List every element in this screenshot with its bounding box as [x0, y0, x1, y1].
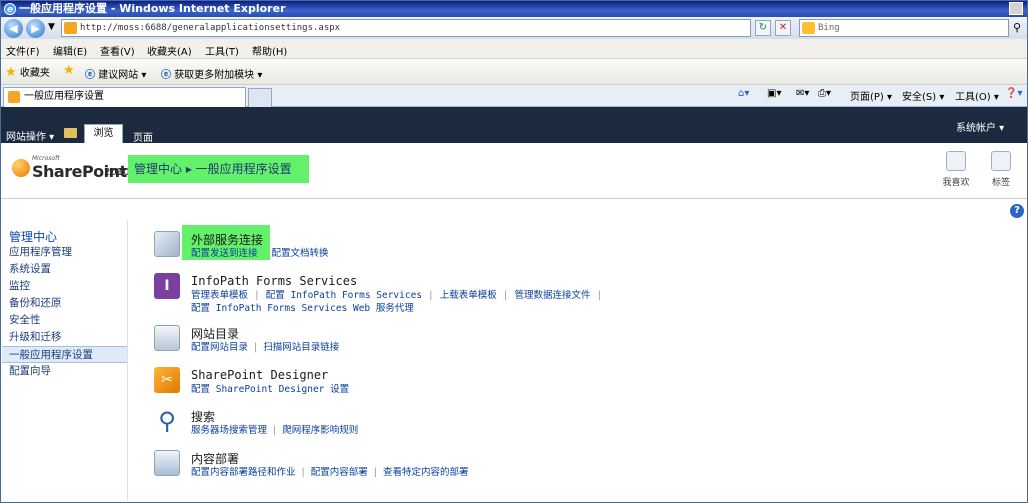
nav-item-configuration-wizards[interactable]: 配置向导 — [2, 363, 127, 380]
favorites-button[interactable]: ★ 收藏夹 — [5, 64, 50, 80]
cmd-safety[interactable]: 安全(S) ▾ — [902, 88, 944, 103]
link-manage-data-connections[interactable]: 管理数据连接文件 — [515, 290, 591, 301]
content-deployment-icon — [154, 450, 180, 476]
menu-help[interactable]: 帮助(H) — [252, 43, 287, 58]
menu-edit[interactable]: 编辑(E) — [53, 43, 87, 58]
link-configure-doc-conversion[interactable]: 配置文档转换 — [272, 248, 329, 259]
fav-more-addons[interactable]: ⓔ 获取更多附加模块 ▾ — [161, 66, 262, 81]
title-bar: e 一般应用程序设置 - Windows Internet Explorer — [1, 1, 1027, 17]
tab-browse[interactable]: 浏览 — [84, 124, 123, 143]
nav-item-security[interactable]: 安全性 — [2, 312, 127, 329]
tab-favicon-icon — [8, 91, 20, 103]
bing-icon — [802, 22, 815, 34]
account-menu[interactable]: 系统帐户 ▾ — [956, 119, 1004, 134]
section-title-designer: SharePoint Designer — [191, 368, 329, 382]
menu-tools[interactable]: 工具(T) — [205, 43, 239, 58]
nav-item-backup-restore[interactable]: 备份和还原 — [2, 295, 127, 312]
sharepoint-ribbon: 网站操作 ▾ 浏览 页面 系统帐户 ▾ — [1, 107, 1027, 144]
folder-icon[interactable] — [64, 128, 77, 138]
search-input[interactable]: Bing — [799, 19, 1009, 37]
link-scan-site-directory-links[interactable]: 扫描网站目录链接 — [263, 342, 339, 353]
menu-file[interactable]: 文件(F) — [6, 43, 40, 58]
section-links-infopath: 管理表单模板 | 配置 InfoPath Forms Services | 上载表单模板… — [191, 290, 603, 301]
section-links-external-service: 配置发送到连接 配置文档转换 — [191, 245, 329, 259]
feeds-icon[interactable]: ▣▾ — [767, 88, 781, 99]
site-favicon-icon — [64, 22, 77, 34]
sharepoint-swirl-icon — [12, 159, 30, 177]
nav-item-system-settings[interactable]: 系统设置 — [2, 261, 127, 278]
link-farm-search-admin[interactable]: 服务器场搜索管理 — [191, 425, 267, 436]
fav-suggested-sites[interactable]: ⓔ 建议网站 ▾ — [85, 66, 146, 81]
help-icon[interactable]: ? — [1010, 204, 1024, 218]
external-service-icon — [154, 231, 180, 257]
cmd-tools[interactable]: 工具(O) ▾ — [955, 88, 999, 103]
left-navigation: 管理中心 应用程序管理 系统设置 监控 备份和还原 安全性 升级和迁移 一般应用… — [2, 221, 128, 501]
section-links-content-deployment: 配置内容部署路径和作业 | 配置内容部署 | 查看特定内容的部署 — [191, 467, 469, 478]
back-button[interactable]: ◀ — [4, 19, 23, 38]
section-links-infopath-2: 配置 InfoPath Forms Services Web 服务代理 — [191, 300, 414, 314]
browser-window: e 一般应用程序设置 - Windows Internet Explorer ◀… — [0, 0, 1028, 503]
nav-item-monitoring[interactable]: 监控 — [2, 278, 127, 295]
sharepoint-logo: Microsoft SharePoint 2010 — [10, 153, 130, 189]
tags-notes-button[interactable]: 标签 — [981, 151, 1021, 188]
section-links-site-directory: 配置网站目录 | 扫描网站目录链接 — [191, 342, 340, 353]
menu-bar: 文件(F) 编辑(E) 查看(V) 收藏夹(A) 工具(T) 帮助(H) — [1, 39, 1027, 59]
thumbs-up-icon — [946, 151, 966, 171]
ie-logo-icon: e — [4, 3, 16, 15]
link-configure-deployment-paths[interactable]: 配置内容部署路径和作业 — [191, 467, 296, 478]
section-links-designer: 配置 SharePoint Designer 设置 — [191, 381, 349, 395]
infopath-icon: I — [154, 273, 180, 299]
designer-icon: ✂ — [154, 367, 180, 393]
link-configure-designer-settings[interactable]: 配置 SharePoint Designer 设置 — [191, 384, 349, 395]
history-dropdown-icon[interactable]: ▼ — [48, 22, 55, 32]
address-input[interactable]: http://moss:6688/generalapplicationsetti… — [61, 19, 751, 37]
breadcrumb[interactable]: 管理中心 ▸ 一般应用程序设置 — [128, 155, 309, 183]
forward-button[interactable]: ▶ — [26, 19, 45, 38]
nav-item-application-management[interactable]: 应用程序管理 — [2, 244, 127, 261]
link-configure-site-directory[interactable]: 配置网站目录 — [191, 342, 248, 353]
window-title: 一般应用程序设置 - Windows Internet Explorer — [19, 2, 286, 15]
menu-view[interactable]: 查看(V) — [100, 43, 135, 58]
nav-heading-central-admin[interactable]: 管理中心 — [9, 228, 57, 245]
link-upload-form-template[interactable]: 上载表单模板 — [440, 290, 497, 301]
close-window-icon[interactable] — [1009, 2, 1023, 15]
menu-favorites[interactable]: 收藏夹(A) — [147, 43, 192, 58]
help-menu-icon[interactable]: ❓▾ — [1005, 88, 1022, 99]
add-favorite-icon[interactable]: ★ — [63, 63, 75, 78]
stop-icon[interactable]: ✕ — [775, 20, 791, 36]
link-crawler-impact-rules[interactable]: 爬网程序影响规则 — [282, 425, 358, 436]
nav-item-general-app-settings[interactable]: 一般应用程序设置 — [2, 346, 127, 363]
home-icon[interactable]: ⌂▾ — [738, 88, 749, 99]
link-configure-send-to[interactable]: 配置发送到连接 — [191, 248, 258, 259]
tag-icon — [991, 151, 1011, 171]
mail-icon[interactable]: ✉▾ — [796, 88, 809, 99]
i-like-it-button[interactable]: 我喜欢 — [936, 151, 976, 188]
nav-item-upgrade-migration[interactable]: 升级和迁移 — [2, 329, 127, 346]
site-actions-menu[interactable]: 网站操作 ▾ — [6, 128, 54, 143]
link-configure-content-deployment[interactable]: 配置内容部署 — [311, 467, 368, 478]
section-title-infopath: InfoPath Forms Services — [191, 274, 358, 288]
link-check-deployment-status[interactable]: 查看特定内容的部署 — [383, 467, 469, 478]
section-links-search: 服务器场搜索管理 | 爬网程序影响规则 — [191, 425, 359, 436]
new-tab-button[interactable] — [248, 88, 272, 107]
favorites-bar: ★ 收藏夹 ★ ⓔ 建议网站 ▾ ⓔ 获取更多附加模块 ▾ — [1, 59, 1027, 85]
search-icon: ⚲ — [158, 407, 176, 435]
search-magnifier-icon[interactable]: ⚲ — [1013, 21, 1021, 34]
refresh-icon[interactable]: ↻ — [755, 20, 771, 36]
print-icon[interactable]: ⎙▾ — [818, 88, 831, 99]
site-directory-icon — [154, 325, 180, 351]
tab-page[interactable]: 页面 — [133, 129, 153, 144]
address-bar: ◀ ▶ ▼ http://moss:6688/generalapplicatio… — [1, 17, 1027, 39]
link-configure-infopath-proxy[interactable]: 配置 InfoPath Forms Services Web 服务代理 — [191, 303, 414, 314]
cmd-page[interactable]: 页面(P) ▾ — [850, 88, 892, 103]
star-icon: ★ — [5, 65, 17, 80]
browser-tab-active[interactable]: 一般应用程序设置 — [3, 87, 246, 107]
